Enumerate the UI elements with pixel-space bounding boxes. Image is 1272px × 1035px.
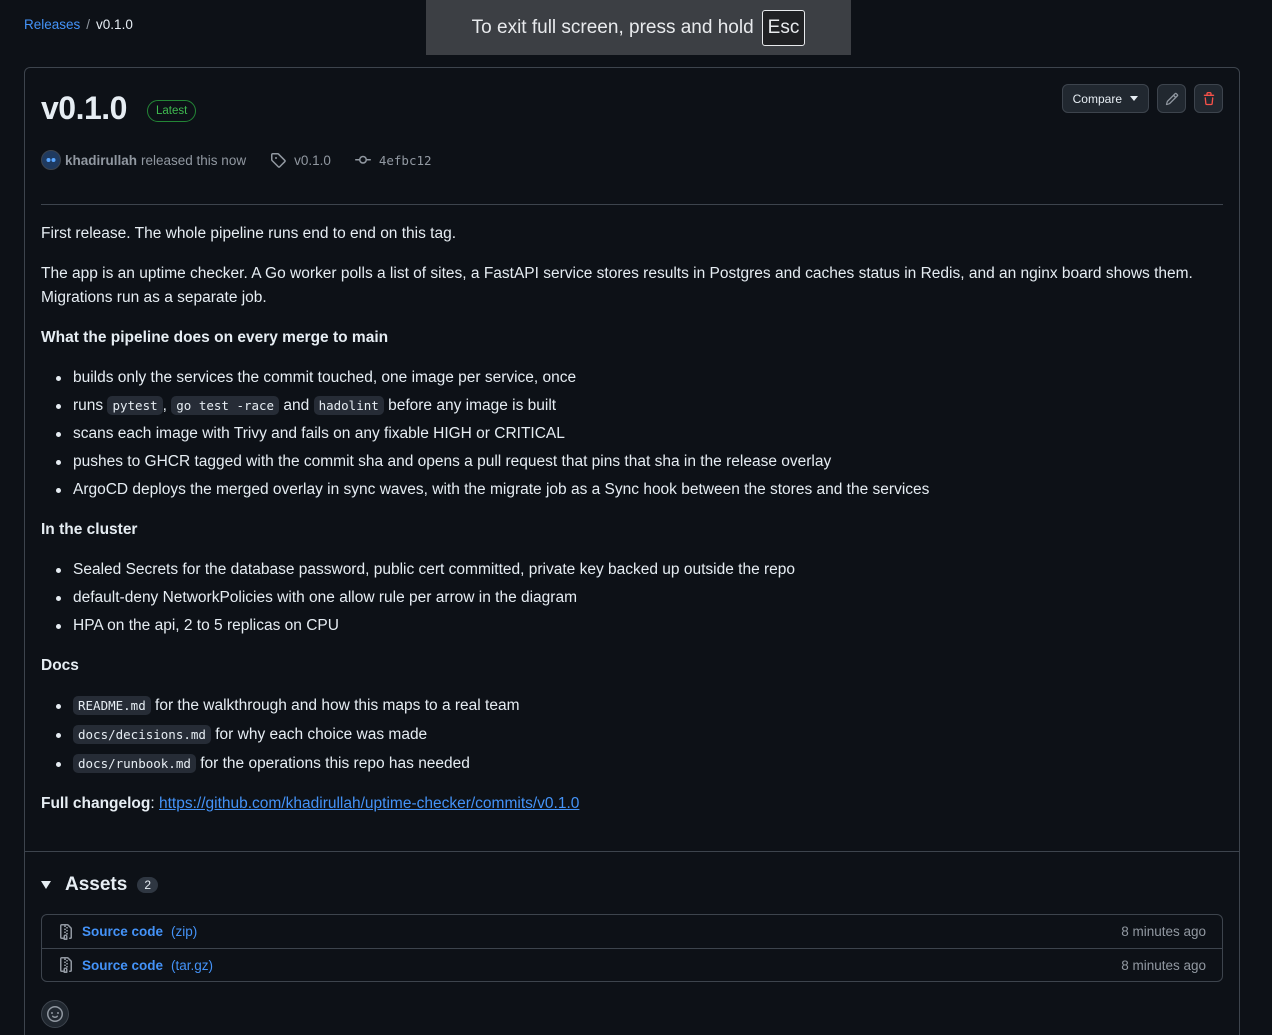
- list-item-text: for why each choice was made: [210, 726, 428, 743]
- inline-code: pytest: [107, 396, 163, 415]
- triangle-down-icon: [41, 881, 51, 889]
- list-item: README.md for the walkthrough and how th…: [41, 694, 1209, 718]
- delete-button[interactable]: [1194, 84, 1223, 113]
- fullscreen-exit-toast: To exit full screen, press and hold Esc: [426, 0, 851, 55]
- release-actions: Compare: [1061, 84, 1223, 113]
- add-reaction-button[interactable]: [41, 1000, 69, 1028]
- breadcrumb-separator: /: [86, 17, 91, 32]
- list-item-text: before any image is built: [383, 397, 557, 414]
- list-item: docs/decisions.md for why each choice wa…: [41, 723, 1209, 747]
- list-item: HPA on the api, 2 to 5 replicas on CPU: [41, 614, 1209, 638]
- released-text: released this now: [141, 152, 247, 168]
- asset-time: 8 minutes ago: [1121, 957, 1206, 973]
- asset-row: Source code (zip) 8 minutes ago: [42, 915, 1222, 948]
- compare-label: Compare: [1072, 91, 1122, 106]
- pipeline-list: builds only the services the commit touc…: [41, 366, 1209, 502]
- smiley-icon: [47, 1006, 63, 1022]
- release-card: v0.1.0 Latest Compare khadirullah releas…: [24, 67, 1240, 1035]
- notes-paragraph-1: First release. The whole pipeline runs e…: [41, 225, 457, 242]
- trash-icon: [1203, 91, 1214, 105]
- release-title[interactable]: v0.1.0: [41, 90, 127, 127]
- edit-button[interactable]: [1157, 84, 1186, 113]
- pencil-icon: [1165, 92, 1178, 105]
- changelog-colon: :: [150, 795, 159, 812]
- assets-divider: [25, 851, 1239, 852]
- asset-link[interactable]: Source code (zip): [58, 923, 198, 940]
- inline-code: docs/runbook.md: [73, 754, 196, 773]
- heading-docs: Docs: [41, 657, 79, 674]
- asset-row: Source code (tar.gz) 8 minutes ago: [42, 948, 1222, 981]
- commit-label: 4efbc12: [378, 152, 432, 168]
- file-zip-icon: [60, 957, 72, 973]
- list-item-text: for the walkthrough and how this maps to…: [150, 697, 520, 714]
- commit-link[interactable]: 4efbc12: [354, 152, 432, 168]
- caret-down-icon: [1130, 96, 1138, 101]
- compare-button[interactable]: Compare: [1061, 84, 1149, 113]
- commit-icon: [354, 155, 371, 164]
- assets-toggle[interactable]: Assets 2: [41, 874, 159, 896]
- header-divider: [41, 204, 1223, 205]
- breadcrumb: Releases / v0.1.0: [24, 17, 133, 32]
- inline-code: go test -race: [171, 396, 280, 415]
- inline-code: README.md: [73, 696, 151, 715]
- changelog-line: Full changelog: https://github.com/khadi…: [41, 792, 1209, 816]
- avatar[interactable]: [41, 150, 61, 170]
- release-notes: First release. The whole pipeline runs e…: [41, 222, 1209, 832]
- list-item-text: runs: [73, 397, 108, 414]
- list-item: pushes to GHCR tagged with the commit sh…: [41, 450, 1209, 474]
- inline-code: hadolint: [313, 396, 384, 415]
- breadcrumb-releases-link[interactable]: Releases: [24, 17, 80, 32]
- release-header: v0.1.0 Latest: [41, 90, 197, 127]
- notes-paragraph-2: The app is an uptime checker. A Go worke…: [41, 265, 1193, 306]
- tag-label: v0.1.0: [294, 152, 331, 168]
- list-item-text: ,: [162, 397, 172, 414]
- list-item: Sealed Secrets for the database password…: [41, 558, 1209, 582]
- changelog-label: Full changelog: [41, 795, 151, 812]
- tag-link[interactable]: v0.1.0: [270, 152, 331, 168]
- heading-cluster: In the cluster: [41, 521, 138, 538]
- cluster-list: Sealed Secrets for the database password…: [41, 558, 1209, 638]
- asset-link[interactable]: Source code (tar.gz): [58, 957, 213, 973]
- tag-icon: [271, 153, 286, 168]
- asset-ext: (zip): [171, 924, 198, 939]
- file-zip-icon: [60, 923, 72, 940]
- release-meta: khadirullah released this now v0.1.0 4ef…: [41, 150, 432, 170]
- list-item-text: for the operations this repo has needed: [195, 755, 470, 772]
- list-item: scans each image with Trivy and fails on…: [41, 422, 1209, 446]
- list-item-text: and: [279, 397, 314, 414]
- docs-list: README.md for the walkthrough and how th…: [41, 694, 1209, 776]
- avatar-icon: [46, 158, 56, 162]
- asset-name: Source code: [82, 924, 164, 939]
- changelog-link[interactable]: https://github.com/khadirullah/uptime-ch…: [159, 795, 579, 812]
- latest-badge: Latest: [146, 99, 197, 122]
- list-item: default-deny NetworkPolicies with one al…: [41, 586, 1209, 610]
- asset-ext: (tar.gz): [171, 957, 214, 973]
- fullscreen-toast-key: Esc: [761, 9, 806, 46]
- assets-list: Source code (zip) 8 minutes ago Source c…: [41, 914, 1223, 982]
- list-item: builds only the services the commit touc…: [41, 366, 1209, 390]
- inline-code: docs/decisions.md: [73, 725, 211, 744]
- assets-count: 2: [137, 877, 159, 893]
- list-item: runs pytest, go test -race and hadolint …: [41, 394, 1209, 418]
- list-item: ArgoCD deploys the merged overlay in syn…: [41, 478, 1209, 502]
- asset-name: Source code: [82, 957, 164, 973]
- heading-pipeline: What the pipeline does on every merge to…: [41, 329, 389, 346]
- author-link[interactable]: khadirullah: [65, 153, 137, 168]
- list-item: docs/runbook.md for the operations this …: [41, 752, 1209, 776]
- breadcrumb-current: v0.1.0: [96, 17, 133, 32]
- asset-time: 8 minutes ago: [1121, 924, 1206, 939]
- fullscreen-toast-text: To exit full screen, press and hold: [471, 16, 754, 38]
- assets-title: Assets: [65, 874, 128, 895]
